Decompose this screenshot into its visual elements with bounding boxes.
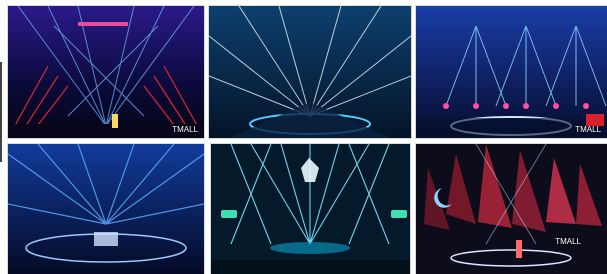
- photo-caption: TMALL: [575, 125, 601, 134]
- photo-laser-stage-cyan-crown[interactable]: [211, 144, 410, 274]
- photo-laser-stage-pink-dots[interactable]: TMALL: [416, 6, 607, 138]
- photo-caption: TMALL: [172, 125, 198, 134]
- photo-laser-stage-aerial-white[interactable]: [209, 6, 411, 138]
- laser-stage-blue-tunnel-image: [8, 144, 204, 274]
- laser-stage-aerial-white-image: [209, 6, 411, 138]
- laser-stage-red-blue-image: [8, 6, 204, 138]
- photo-laser-stage-blue-tunnel[interactable]: [8, 144, 204, 274]
- laser-stage-cyan-crown-image: [211, 144, 410, 274]
- photo-laser-stage-red-blue[interactable]: TMALL: [8, 6, 204, 138]
- laser-stage-red-shards-image: [416, 144, 607, 274]
- photo-caption: TMALL: [555, 237, 581, 246]
- left-edge-divider: [0, 62, 2, 162]
- photo-laser-stage-red-shards[interactable]: TMALL: [416, 144, 607, 274]
- photo-gallery: TMALL TMALL TMALL: [0, 0, 607, 274]
- laser-stage-pink-dots-image: [416, 6, 607, 138]
